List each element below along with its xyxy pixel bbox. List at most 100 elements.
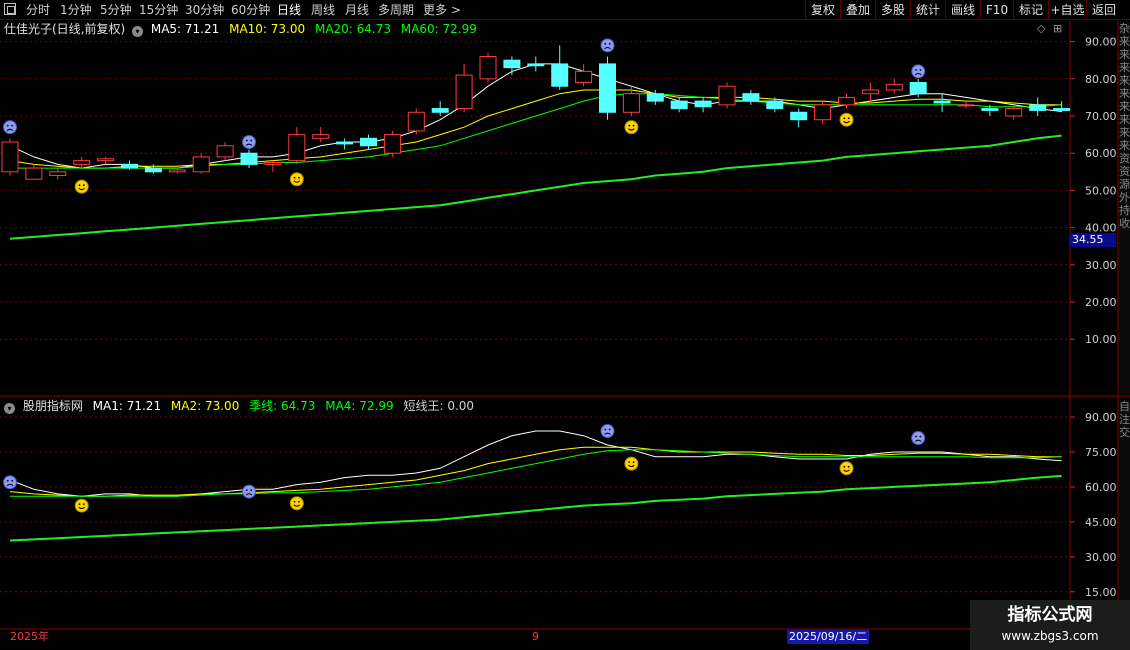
- sub-y-label: 60.00: [1085, 481, 1117, 494]
- candle-body: [73, 160, 91, 165]
- ma20-label: MA20: 64.73: [314, 22, 392, 36]
- watermark: 指标公式网 www.zbgs3.com: [970, 600, 1130, 650]
- candle-body: [216, 145, 234, 158]
- sub-y-label: 30.00: [1085, 551, 1117, 564]
- candle-body: [240, 152, 258, 165]
- candle-body: [742, 93, 760, 102]
- sell-signal-icon: [242, 484, 256, 499]
- buy-signal-icon: [289, 496, 304, 511]
- sub-line-MA4: [9, 474, 1062, 542]
- candle-body: [192, 156, 210, 173]
- main-line-MA60: [9, 134, 1062, 240]
- current-price-tag: 34.55: [1069, 233, 1116, 247]
- ma10-label: MA10: 73.00: [229, 22, 306, 36]
- candle-body: [933, 100, 951, 104]
- candle-body: [336, 141, 354, 145]
- diamond-icon[interactable]: ◇: [1037, 22, 1045, 35]
- candle-body: [1, 141, 19, 173]
- candle-body: [575, 70, 593, 84]
- right-info-strip[interactable]: 杂来来来来来来来来来资资源外持收: [1119, 22, 1130, 394]
- cursor-date-label: 2025/09/16/二: [787, 630, 870, 644]
- candle-body: [264, 162, 282, 165]
- candle-body: [360, 137, 377, 147]
- buy-signal-icon: [624, 456, 639, 471]
- buy-signal-icon: [839, 461, 854, 476]
- ma60-label: MA60: 72.99: [400, 22, 477, 36]
- sub-y-label: 15.00: [1085, 586, 1117, 599]
- main-y-label: 80.00: [1085, 73, 1117, 86]
- main-y-label: 10.00: [1085, 333, 1117, 346]
- candle-body: [622, 93, 640, 113]
- candle-body: [551, 63, 569, 87]
- layout-icon[interactable]: ⊞: [1053, 22, 1062, 35]
- buy-signal-icon: [74, 498, 89, 513]
- kline-chart-canvas[interactable]: 10.0020.0030.0040.0050.0060.0070.0080.00…: [0, 0, 1130, 650]
- candle-body: [861, 89, 879, 95]
- candle-body: [49, 171, 67, 177]
- candle-body: [455, 74, 473, 110]
- buy-signal-icon: [624, 120, 639, 135]
- candle-body: [97, 158, 115, 162]
- candle-body: [694, 100, 712, 108]
- sub-y-label: 90.00: [1085, 411, 1117, 424]
- ma2-label: MA2: 73.00: [170, 399, 240, 413]
- candle-body: [312, 134, 330, 139]
- candle-body: [1029, 104, 1047, 111]
- sub-line-MA2: [9, 446, 1062, 497]
- candle-body: [957, 104, 975, 107]
- candle-body: [1005, 108, 1023, 117]
- sub-y-label: 45.00: [1085, 516, 1117, 529]
- candle-body: [670, 100, 688, 110]
- date-axis: 2025年 9 2025/09/16/二: [0, 630, 1070, 644]
- buy-signal-icon: [74, 179, 89, 194]
- candle-body: [814, 104, 832, 121]
- right-sub-strip[interactable]: 自注交: [1119, 400, 1130, 628]
- candle-body: [25, 167, 43, 180]
- candle-body: [144, 167, 162, 173]
- candle-body: [383, 134, 401, 154]
- sell-signal-icon: [242, 135, 256, 150]
- buy-signal-icon: [839, 112, 854, 127]
- candle-body: [503, 59, 521, 69]
- watermark-title: 指标公式网: [1007, 605, 1093, 625]
- candle-body: [909, 82, 927, 95]
- main-y-label: 20.00: [1085, 296, 1117, 309]
- candle-body: [479, 55, 497, 80]
- sub-y-label: 75.00: [1085, 446, 1117, 459]
- sell-signal-icon: [600, 38, 615, 53]
- sell-signal-icon: [600, 424, 615, 439]
- sell-signal-icon: [3, 475, 17, 490]
- watermark-url: www.zbgs3.com: [1001, 629, 1099, 643]
- candle-body: [288, 134, 306, 162]
- ma5-label: MA5: 71.21: [150, 22, 220, 36]
- main-line-MA10: [9, 89, 1062, 169]
- main-y-label: 90.00: [1085, 36, 1117, 49]
- candle-body: [981, 108, 999, 111]
- main-y-label: 70.00: [1085, 110, 1117, 123]
- sub-chart-header: ▾ 股朋指标网 MA1: 71.21 MA2: 73.00 季线: 64.73 …: [4, 398, 480, 414]
- candle-body: [599, 63, 616, 113]
- candle-body: [766, 100, 784, 110]
- candle-body: [431, 108, 449, 113]
- indicator-menu-icon[interactable]: ▾: [132, 26, 144, 37]
- ma1-label: MA1: 71.21: [92, 399, 162, 413]
- candle-body: [646, 93, 664, 102]
- season-line-label: 季线: 64.73: [249, 399, 316, 413]
- candle-body: [1053, 108, 1071, 111]
- main-chart-header: 仕佳光子(日线,前复权) ▾ MA5: 71.21 MA10: 73.00 MA…: [4, 21, 483, 37]
- candle-body: [407, 111, 425, 132]
- sub-indicator-menu-icon[interactable]: ▾: [4, 403, 15, 414]
- stock-title: 仕佳光子(日线,前复权): [4, 22, 126, 36]
- sell-signal-icon: [3, 120, 17, 135]
- candle-body: [168, 169, 186, 173]
- sub-line-季线: [10, 449, 1062, 497]
- date-start-label: 2025年: [10, 630, 49, 643]
- main-line-MA20: [10, 93, 1062, 169]
- ma4-label: MA4: 72.99: [325, 399, 394, 413]
- sell-signal-icon: [911, 431, 926, 446]
- main-y-label: 30.00: [1085, 259, 1117, 272]
- candle-body: [527, 63, 545, 67]
- date-month-label: 9: [532, 630, 539, 643]
- main-y-label: 50.00: [1085, 184, 1117, 197]
- candle-body: [790, 111, 808, 121]
